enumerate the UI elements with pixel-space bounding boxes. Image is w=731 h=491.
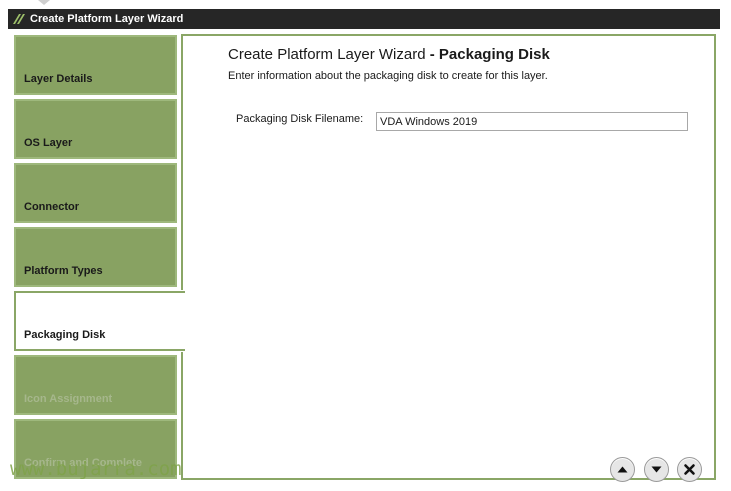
packaging-disk-filename-input[interactable] [376, 112, 688, 131]
close-icon [684, 464, 695, 475]
heading-prefix: Create Platform Layer Wizard [228, 46, 426, 63]
packaging-disk-filename-label: Packaging Disk Filename: [236, 113, 364, 125]
window-title: Create Platform Layer Wizard [30, 13, 184, 25]
move-down-button[interactable] [644, 457, 669, 482]
step-label: Connector [24, 201, 79, 213]
watermark: www.bujarra.com [10, 458, 182, 480]
step-platform-types[interactable]: Platform Types [13, 226, 178, 288]
step-label: Packaging Disk [24, 329, 106, 341]
step-packaging-disk[interactable]: Packaging Disk [13, 290, 186, 352]
step-label: Layer Details [24, 73, 93, 85]
page-subtitle: Enter information about the packaging di… [228, 70, 548, 82]
step-os-layer[interactable]: OS Layer [13, 98, 178, 160]
window-titlebar: Create Platform Layer Wizard [8, 9, 720, 29]
close-button[interactable] [677, 457, 702, 482]
notch [38, 0, 50, 5]
step-icon-assignment: Icon Assignment [13, 354, 178, 416]
step-layer-details[interactable]: Layer Details [13, 34, 178, 96]
arrow-up-icon [617, 466, 628, 473]
main-panel: Create Platform Layer Wizard - Packaging… [181, 34, 716, 482]
page-title: Create Platform Layer Wizard - Packaging… [228, 46, 550, 63]
arrow-down-icon [651, 466, 662, 473]
step-label: Platform Types [24, 265, 103, 277]
step-connector[interactable]: Connector [13, 162, 178, 224]
move-up-button[interactable] [610, 457, 635, 482]
step-label: Icon Assignment [24, 393, 113, 405]
layers-icon [13, 14, 25, 24]
heading-step: - Packaging Disk [429, 46, 550, 63]
step-label: OS Layer [24, 137, 73, 149]
wizard: Create Platform Layer Wizard - Packaging… [8, 29, 720, 485]
